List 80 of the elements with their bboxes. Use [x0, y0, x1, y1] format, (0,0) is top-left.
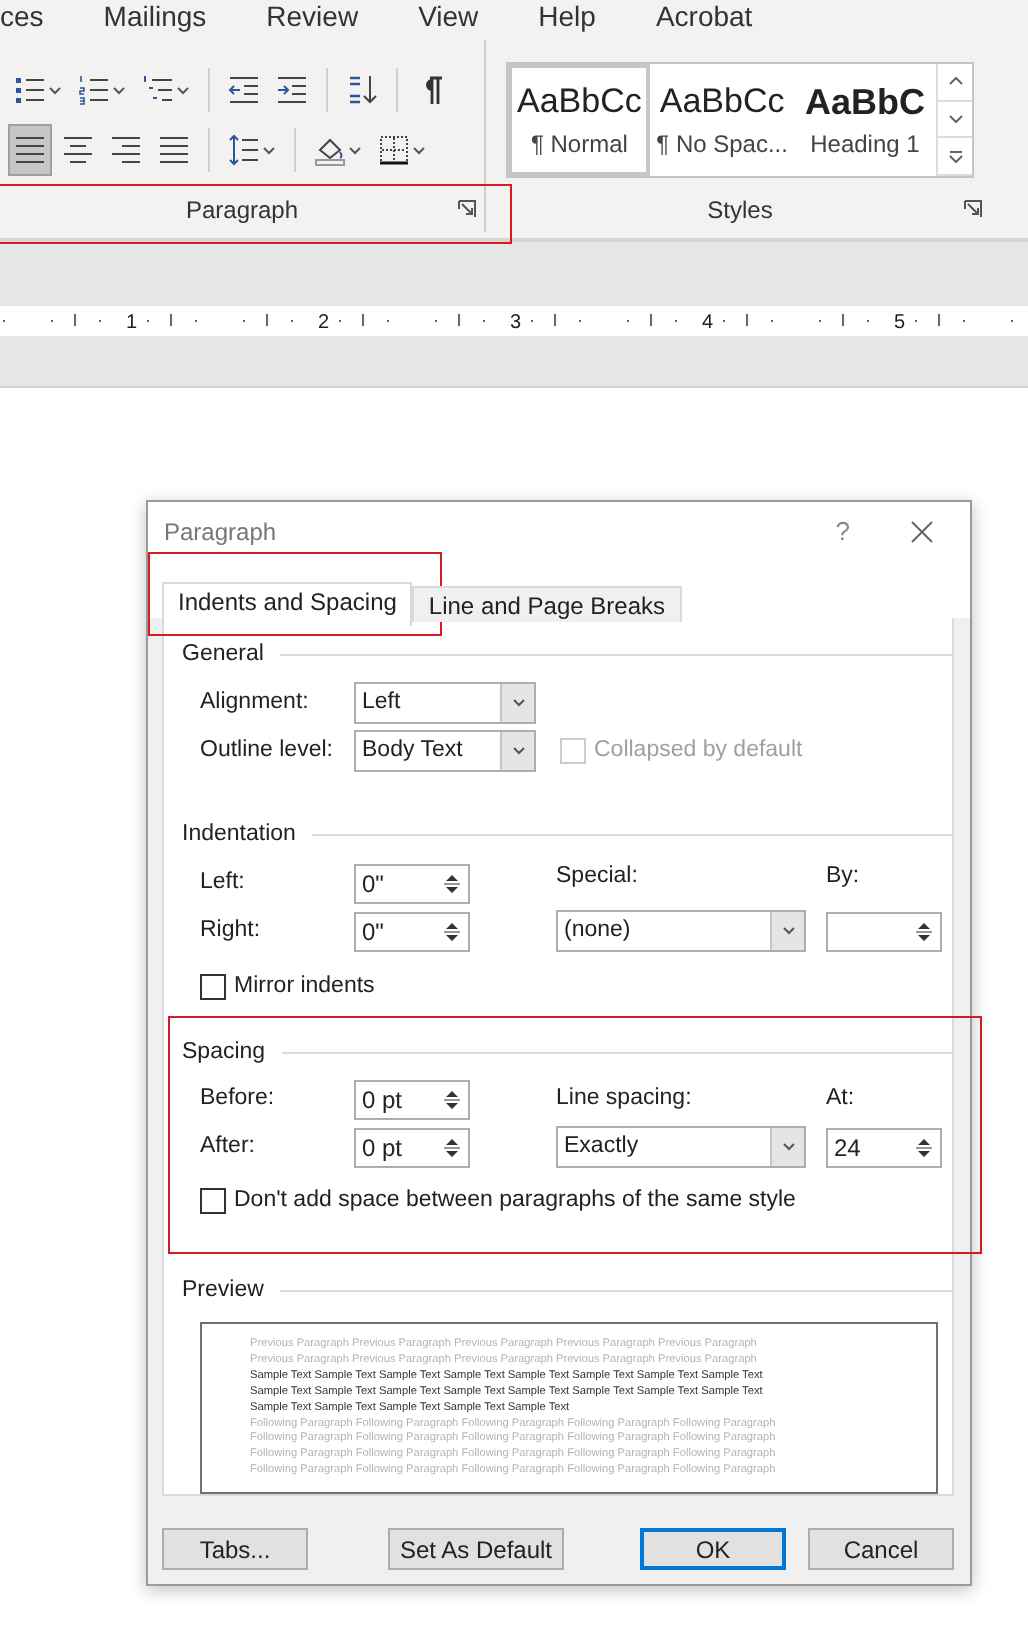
ribbon-tab[interactable]: View: [418, 0, 479, 40]
justify-icon: [158, 134, 190, 166]
paint-bucket-icon: [314, 134, 346, 166]
dialog-button[interactable]: Cancel: [808, 1528, 954, 1570]
dropdown[interactable]: Body Text: [354, 729, 536, 772]
ribbon-tab[interactable]: Help: [538, 0, 596, 40]
section-heading: General: [182, 640, 264, 670]
numbered-list-icon: [78, 74, 110, 106]
checkbox[interactable]: [200, 1188, 226, 1215]
dialog-button[interactable]: OK: [640, 1528, 786, 1570]
ribbon-tab[interactable]: Mailings: [103, 0, 207, 40]
field-label: Left:: [200, 867, 247, 898]
field-label: Special:: [556, 861, 640, 891]
bullet-list-icon: [14, 74, 46, 106]
field-label: At:: [826, 1084, 857, 1115]
section-heading: Preview: [182, 1275, 264, 1306]
dialog-launcher-icon[interactable]: [458, 200, 476, 218]
sort-icon: [346, 74, 378, 106]
help-button[interactable]: ?: [835, 512, 850, 552]
close-icon[interactable]: [910, 520, 934, 544]
style-name: Heading 1: [810, 128, 920, 162]
caret-icon: [48, 85, 62, 95]
caret-icon: [779, 926, 797, 936]
scroll-down-icon[interactable]: [945, 110, 966, 128]
dialog-button[interactable]: Tabs...: [162, 1528, 308, 1570]
ruler-number: 4: [702, 310, 714, 338]
caret-icon: [112, 85, 126, 95]
dialog-launcher-icon[interactable]: [964, 200, 982, 218]
ruler-number: 5: [894, 310, 906, 338]
caret-icon: [412, 145, 426, 155]
checkbox-label: Mirror indents: [234, 971, 375, 1002]
borders-icon: [378, 134, 410, 166]
align-left-icon: [14, 134, 46, 166]
field-label: Right:: [200, 915, 263, 946]
ruler-number: 3: [510, 310, 522, 338]
style-name: ¶ No Spac...: [656, 128, 788, 162]
group-label: Paragraph: [185, 194, 299, 228]
dropdown[interactable]: Exactly: [556, 1126, 806, 1169]
checkbox[interactable]: [200, 974, 226, 1000]
expand-icon[interactable]: [945, 147, 966, 166]
align-right-icon: [110, 134, 142, 166]
dropdown[interactable]: (none): [556, 910, 806, 952]
style-preview: AaBbCc: [659, 80, 785, 124]
checkbox-label: Collapsed by default: [594, 735, 803, 766]
ribbon-tab[interactable]: ces: [0, 0, 44, 40]
style-item[interactable]: AaBbCc ¶ Normal: [508, 64, 651, 176]
caret-icon: [779, 1142, 797, 1153]
dropdown[interactable]: Left: [354, 681, 536, 724]
field-label: Line spacing:: [556, 1084, 694, 1115]
multilevel-list-icon: [142, 74, 174, 106]
increase-indent-icon: [276, 74, 308, 106]
style-preview: AaBbCc: [517, 80, 642, 124]
ribbon-tab[interactable]: Acrobat: [655, 0, 753, 40]
align-center-icon: [62, 134, 94, 166]
align-left-button[interactable]: [8, 124, 52, 176]
caret-icon: [509, 745, 527, 756]
ruler-number: 1: [126, 310, 138, 338]
caret-icon: [348, 145, 362, 155]
style-preview: AaBbC: [804, 80, 925, 126]
section-heading: Spacing: [182, 1037, 266, 1067]
caret-icon: [262, 145, 276, 155]
field-label: Alignment:: [200, 687, 311, 718]
dialog-title: Paragraph: [164, 516, 277, 550]
field-label: By:: [826, 861, 862, 891]
tab[interactable]: Indents and Spacing: [162, 582, 413, 626]
caret-icon: [176, 85, 190, 95]
dialog-button[interactable]: Set As Default: [388, 1528, 564, 1570]
line-spacing-icon: [228, 134, 260, 166]
group-label: Styles: [707, 194, 773, 228]
ruler-number: 2: [318, 310, 330, 338]
checkbox-label: Don't add space between paragraphs of the same style: [234, 1186, 796, 1217]
ribbon-tab[interactable]: Review: [266, 0, 359, 40]
field-label: Before:: [200, 1084, 277, 1115]
tab[interactable]: Line and Page Breaks: [412, 586, 682, 622]
field-label: After:: [200, 1132, 257, 1163]
decrease-indent-icon: [228, 74, 260, 106]
section-heading: Indentation: [182, 820, 296, 851]
field-label: Outline level:: [200, 735, 335, 766]
caret-icon: [509, 697, 527, 708]
style-name: ¶ Normal: [530, 128, 628, 162]
